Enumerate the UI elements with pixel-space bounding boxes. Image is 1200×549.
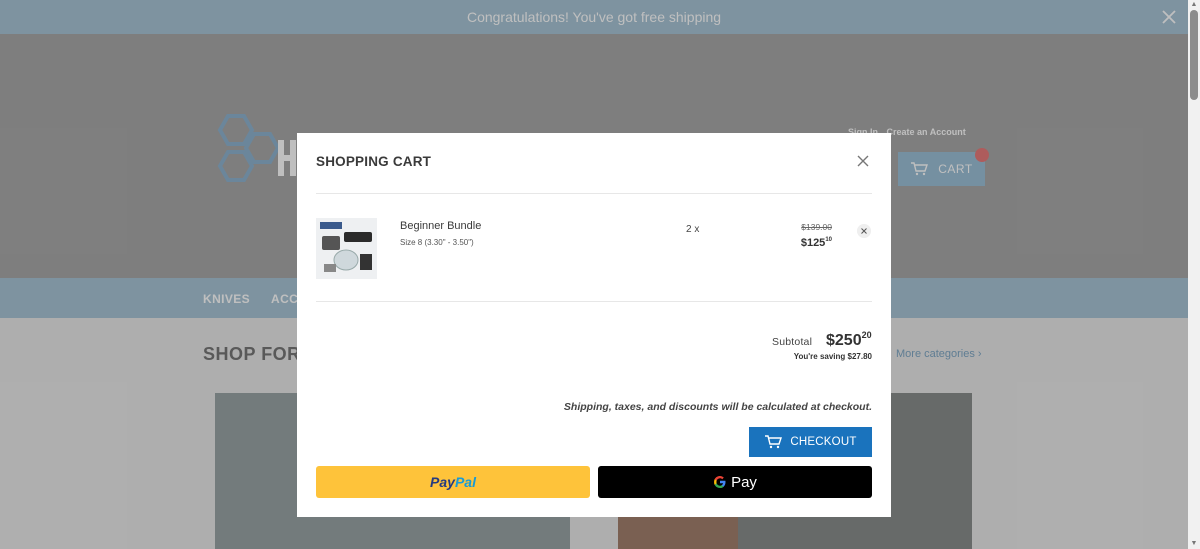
divider xyxy=(316,301,872,302)
item-variant: Size 8 (3.30" - 3.50") xyxy=(400,238,474,247)
scroll-down-icon[interactable]: ▼ xyxy=(1190,540,1198,548)
item-price: $12510 xyxy=(767,237,832,249)
checkout-button[interactable]: CHECKOUT xyxy=(749,427,872,457)
paypal-logo-pal: Pal xyxy=(454,474,476,490)
paypal-logo-pay: Pay xyxy=(430,474,455,490)
cart-icon xyxy=(765,435,783,449)
item-name[interactable]: Beginner Bundle xyxy=(400,220,481,232)
scroll-thumb[interactable] xyxy=(1190,10,1198,100)
divider xyxy=(316,193,872,194)
checkout-label: CHECKOUT xyxy=(790,436,857,448)
gpay-label: Pay xyxy=(731,473,757,491)
google-pay-button[interactable]: Pay xyxy=(598,466,872,498)
scroll-up-icon[interactable]: ▲ xyxy=(1190,1,1198,9)
item-original-price: $139.00 xyxy=(801,222,832,232)
page-scrollbar[interactable]: ▲ ▼ xyxy=(1188,0,1200,549)
google-g-icon xyxy=(714,476,726,488)
remove-item-icon[interactable] xyxy=(857,224,871,238)
item-price-main: $125 xyxy=(800,237,826,249)
paypal-button[interactable]: Pay Pal xyxy=(316,466,590,498)
shipping-note: Shipping, taxes, and discounts will be c… xyxy=(563,401,872,413)
product-thumbnail[interactable] xyxy=(316,218,377,279)
close-icon[interactable] xyxy=(856,154,870,168)
subtotal-cents: 20 xyxy=(861,330,872,340)
savings-text: You're saving $27.80 xyxy=(793,352,872,361)
modal-title: SHOPPING CART xyxy=(316,154,432,169)
shopping-cart-modal: SHOPPING CART Beginner Bundle Size 8 (3.… xyxy=(297,133,891,517)
subtotal-value: $25020 xyxy=(826,330,872,350)
subtotal-main: $250 xyxy=(826,332,862,349)
item-quantity: 2 x xyxy=(686,224,700,235)
subtotal-label: Subtotal xyxy=(772,336,813,348)
item-price-cents: 10 xyxy=(825,237,832,243)
